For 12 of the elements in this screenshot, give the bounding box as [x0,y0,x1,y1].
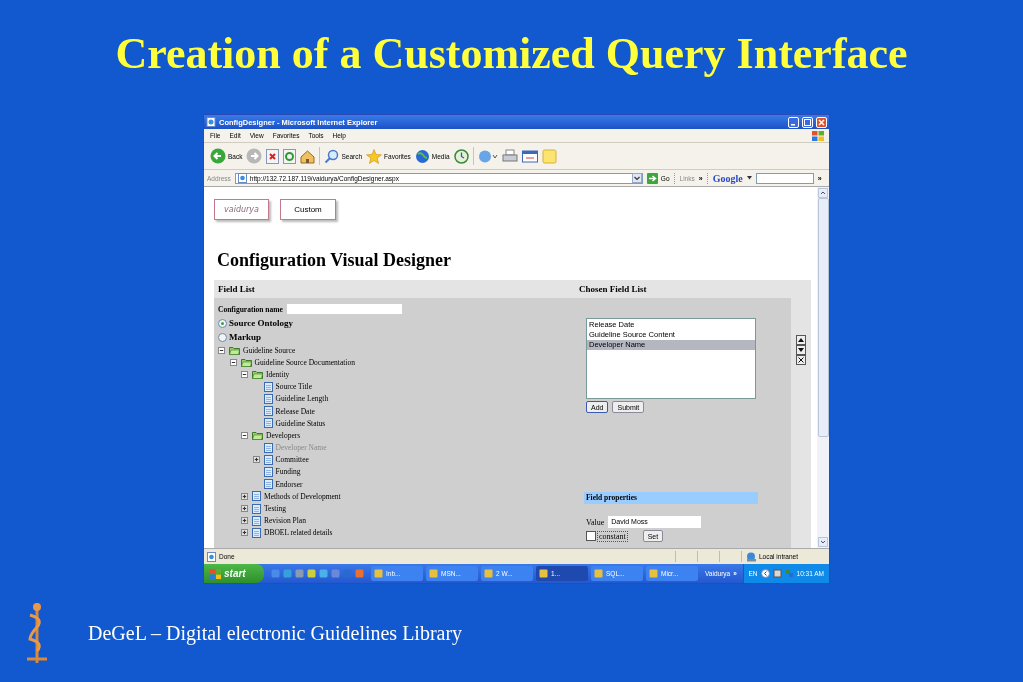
chosen-list-title: Chosen Field List [579,284,647,294]
radio-label[interactable]: Source Ontology [229,318,294,328]
value-label: Value [586,517,605,527]
radio-label[interactable]: Markup [229,332,261,342]
slide-title: Creation of a Customized Query Interface [114,28,909,80]
custom-tab[interactable]: Custom [280,199,336,220]
footer-text: DeGeL – Digital electronic Guidelines Library [88,621,463,645]
google-toolbar-label[interactable]: Google [712,172,743,184]
checkbox-label[interactable]: constant [597,530,628,542]
site-logo[interactable]: vaidurya [214,199,269,220]
field-list-title: Field List [217,284,256,294]
page-heading: Configuration Visual Designer [217,249,453,272]
